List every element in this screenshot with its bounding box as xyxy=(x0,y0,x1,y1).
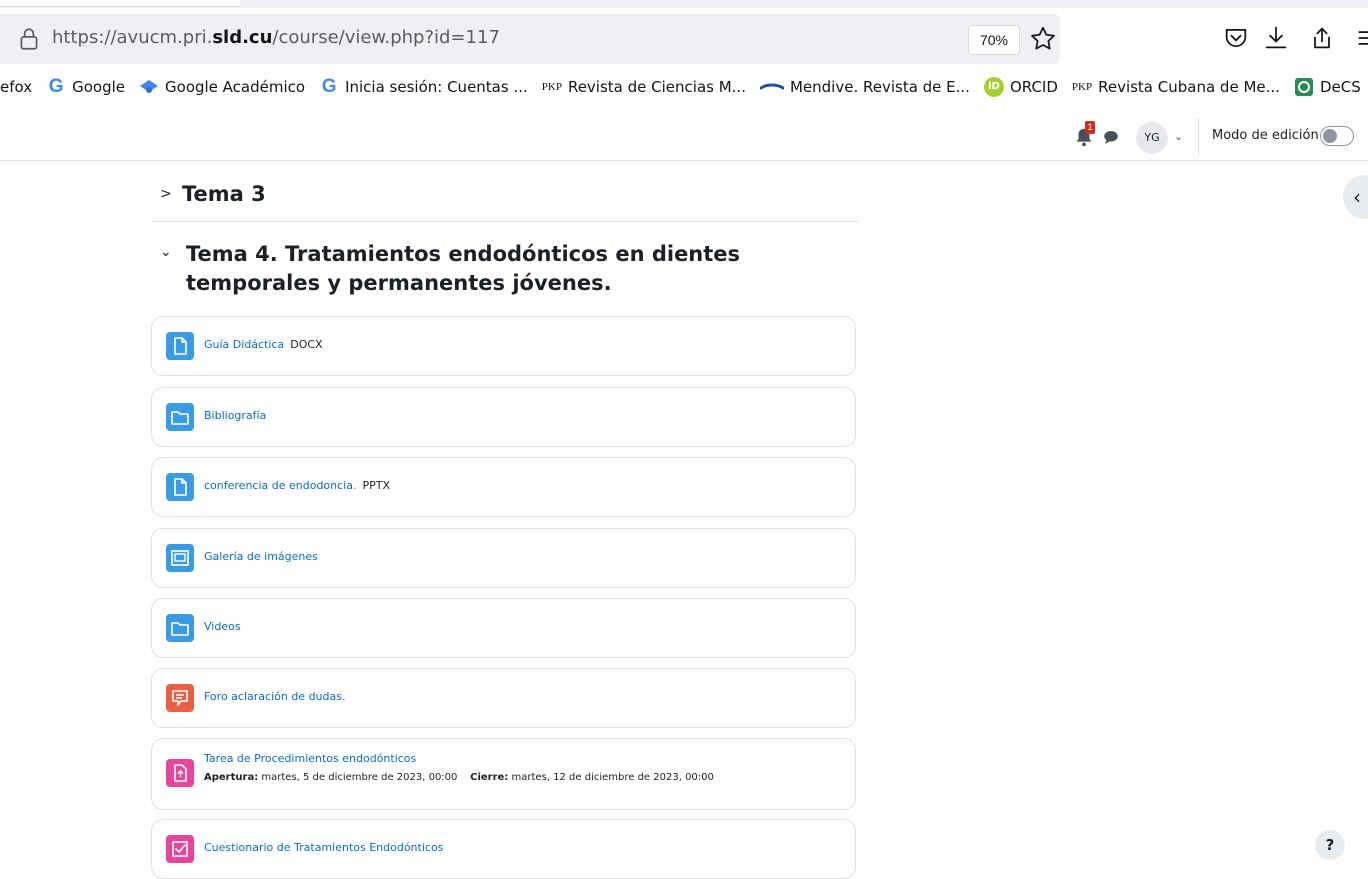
bookmark-label: Revista de Ciencias M... xyxy=(567,78,746,96)
open-drawer-button[interactable]: ‹ xyxy=(1343,175,1368,219)
activity-link[interactable]: Bibliografía xyxy=(204,409,266,422)
pocket-icon[interactable] xyxy=(1222,24,1250,52)
lock-icon[interactable] xyxy=(16,26,42,52)
section-title[interactable]: Tema 4. Tratamientos endodónticos en die… xyxy=(186,240,860,298)
menu-icon[interactable] xyxy=(1354,24,1368,52)
activity-foro-dudas[interactable]: Foro aclaración de dudas. xyxy=(151,668,856,728)
activity-tarea-procedimientos[interactable]: Tarea de Procedimientos endodónticos Ape… xyxy=(151,738,856,810)
bookmark-label: Mendive. Revista de E... xyxy=(789,78,970,96)
bookmark-label: DeCS xyxy=(1319,78,1361,96)
activity-bibliografia[interactable]: Bibliografía xyxy=(151,387,856,447)
bookmark-revista-ciencias[interactable]: PKP Revista de Ciencias M... xyxy=(542,77,746,97)
url-prefix: https://avucm.pri. xyxy=(52,27,213,48)
toggle-knob xyxy=(1323,129,1337,143)
chevron-left-icon: ‹ xyxy=(1353,185,1361,209)
scholar-icon xyxy=(140,80,159,93)
bookmark-label: Inicia sesión: Cuentas ... xyxy=(345,78,528,96)
opening-label: Apertura: xyxy=(204,772,259,783)
user-avatar[interactable]: YG xyxy=(1136,122,1168,154)
activity-galeria-imagenes[interactable]: Galería de imágenes xyxy=(151,528,856,588)
bookmark-firefox[interactable]: efox xyxy=(0,78,32,96)
bookmark-label: Revista Cubana de Me... xyxy=(1098,78,1280,96)
activity-guia-didactica[interactable]: Guía Didáctica DOCX xyxy=(151,316,856,376)
download-icon[interactable] xyxy=(1262,24,1290,52)
quiz-icon xyxy=(166,835,194,863)
file-icon xyxy=(166,473,194,501)
google-icon: G xyxy=(321,76,337,97)
activity-cuestionario[interactable]: Cuestionario de Tratamientos Endodóntico… xyxy=(151,819,856,879)
chevron-down-icon[interactable]: ⌄ xyxy=(160,244,182,260)
bookmark-orcid[interactable]: iD ORCID xyxy=(983,77,1058,97)
browser-tab[interactable] xyxy=(0,0,240,7)
url-path: /course/view.php?id=117 xyxy=(272,27,500,48)
activity-file-type: PPTX xyxy=(362,479,391,492)
activity-conferencia-endodoncia[interactable]: conferencia de endodoncia. PPTX xyxy=(151,457,856,517)
bookmark-google-academico[interactable]: Google Académico xyxy=(139,77,305,97)
url-text[interactable]: https://avucm.pri.sld.cu/course/view.php… xyxy=(52,27,500,48)
activity-file-type: DOCX xyxy=(290,338,323,351)
bookmark-star-icon[interactable] xyxy=(1028,24,1058,54)
activity-link[interactable]: Guía Didáctica xyxy=(204,338,284,351)
folder-icon xyxy=(166,614,194,642)
bookmark-label: Google xyxy=(72,78,126,96)
pkp-icon: PKP xyxy=(541,81,562,93)
help-button[interactable]: ? xyxy=(1315,830,1345,860)
file-icon xyxy=(166,332,194,360)
chevron-down-icon[interactable]: ⌄ xyxy=(1174,130,1183,143)
address-bar[interactable]: https://avucm.pri.sld.cu/course/view.php… xyxy=(0,14,1060,64)
section-header-tema3[interactable]: > Tema 3 xyxy=(160,176,266,212)
share-icon[interactable] xyxy=(1308,24,1336,52)
section-title[interactable]: Tema 3 xyxy=(182,182,266,206)
zoom-level-button[interactable]: 70% xyxy=(968,25,1020,55)
chevron-right-icon[interactable]: > xyxy=(160,186,182,202)
edit-mode-label: Modo de edición xyxy=(1212,128,1319,143)
activity-link[interactable]: Tarea de Procedimientos endodónticos xyxy=(204,752,416,765)
section-header-tema4[interactable]: ⌄ Tema 4. Tratamientos endodónticos en d… xyxy=(160,240,860,298)
bookmarks-toolbar: efox G Google Google Académico G Inicia se… xyxy=(0,70,1368,104)
bookmark-label: Google Académico xyxy=(165,78,306,96)
assignment-icon xyxy=(166,759,194,787)
section-divider xyxy=(151,221,858,222)
activity-link[interactable]: Videos xyxy=(204,620,241,633)
url-host: sld.cu xyxy=(212,27,273,48)
google-icon: G xyxy=(48,76,64,97)
bookmark-label: efox xyxy=(0,78,33,96)
bookmark-decs[interactable]: DeCS xyxy=(1294,77,1361,97)
activity-link[interactable]: Galería de imágenes xyxy=(204,550,318,563)
bookmark-label: ORCID xyxy=(1009,78,1058,96)
opening-date: martes, 5 de diciembre de 2023, 00:00 xyxy=(261,772,458,783)
closing-label: Cierre: xyxy=(470,772,509,783)
closing-date: martes, 12 de diciembre de 2023, 00:00 xyxy=(511,772,714,783)
navbar-divider xyxy=(1198,118,1199,156)
edit-mode-toggle[interactable] xyxy=(1320,126,1354,146)
moodle-navbar: 1 YG ⌄ Modo de edición xyxy=(0,112,1368,161)
pkp-icon: PKP xyxy=(1071,81,1093,93)
activity-link[interactable]: Cuestionario de Tratamientos Endodóntico… xyxy=(204,841,443,854)
forum-icon xyxy=(166,684,194,712)
mendive-icon xyxy=(759,83,784,90)
orcid-icon: iD xyxy=(983,77,1004,97)
activity-link[interactable]: conferencia de endodoncia. xyxy=(204,479,356,492)
bookmark-google[interactable]: G Google xyxy=(46,77,125,97)
image-gallery-icon xyxy=(166,544,194,572)
decs-icon xyxy=(1294,78,1313,96)
activity-videos[interactable]: Videos xyxy=(151,598,856,658)
bookmark-inicia-sesion[interactable]: G Inicia sesión: Cuentas ... xyxy=(319,77,528,97)
folder-icon xyxy=(166,403,194,431)
notification-count-badge: 1 xyxy=(1085,121,1095,134)
messages-icon[interactable] xyxy=(1102,128,1120,146)
activity-dates: Apertura: martes, 5 de diciembre de 2023… xyxy=(204,772,714,783)
bookmark-mendive[interactable]: Mendive. Revista de E... xyxy=(759,77,970,97)
activity-link[interactable]: Foro aclaración de dudas. xyxy=(204,690,345,703)
bookmark-revista-cubana[interactable]: PKP Revista Cubana de Me... xyxy=(1072,77,1280,97)
